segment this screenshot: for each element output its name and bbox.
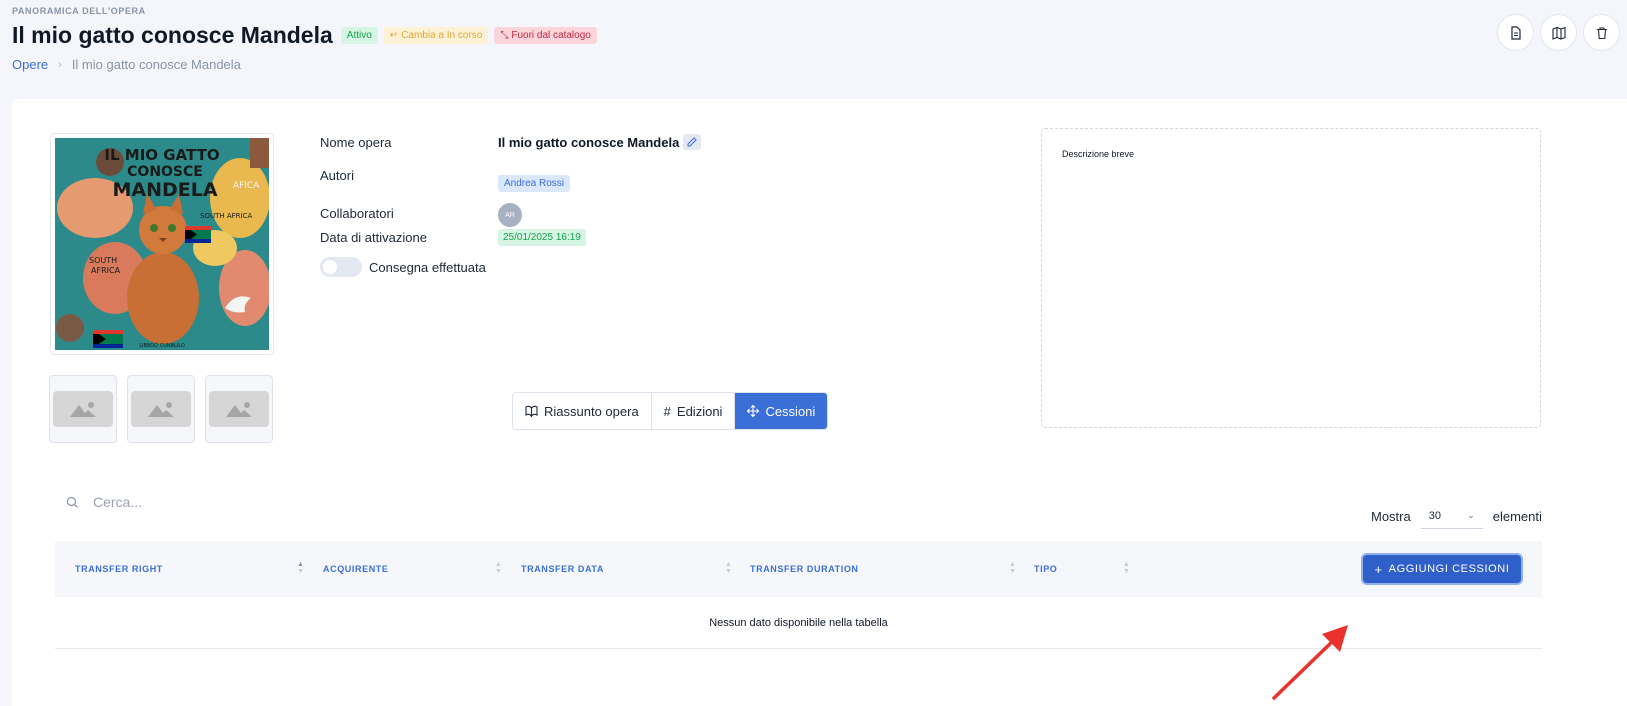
map-icon bbox=[1551, 26, 1566, 40]
delivery-row: Consegna effettuata bbox=[320, 257, 486, 277]
sort-icon[interactable]: ▲ ▼ bbox=[1009, 561, 1016, 575]
collaborators-label: Collaboratori bbox=[320, 205, 394, 221]
short-description-label: Descrizione breve bbox=[1062, 149, 1135, 159]
map-button[interactable] bbox=[1540, 14, 1577, 51]
delivery-label: Consegna effettuata bbox=[369, 259, 486, 275]
chevron-down-icon: ⌄ bbox=[1467, 510, 1475, 520]
plus-icon: + bbox=[1374, 561, 1383, 577]
column-type[interactable]: TIPO bbox=[1034, 541, 1057, 597]
cover-title-line-2: CONOSCE bbox=[127, 164, 203, 180]
edit-name-button[interactable] bbox=[683, 134, 702, 150]
page-header: PANORAMICA DELL'OPERA Il mio gatto conos… bbox=[12, 6, 1620, 72]
collaborators-row: Collaboratori AR bbox=[320, 199, 522, 227]
book-icon bbox=[525, 405, 538, 417]
table-search[interactable]: Cerca... bbox=[66, 494, 142, 510]
status-badge-active: Attivo bbox=[340, 27, 378, 44]
sort-icon[interactable]: ▲ ▼ bbox=[1123, 561, 1130, 575]
activation-row: Data di attivazione 25/01/2025 16:19 bbox=[320, 229, 586, 246]
table-header: TRANSFER RIGHT ▲ ▼ ACQUIRENTE ▲ ▼ TRANSFER… bbox=[55, 541, 1542, 597]
thumbnail-slot-3[interactable] bbox=[205, 375, 273, 443]
column-transfer-date[interactable]: TRANSFER DATA bbox=[521, 541, 604, 597]
work-name-label: Nome opera bbox=[320, 134, 392, 150]
thumbnail-slot-2[interactable] bbox=[127, 375, 195, 443]
change-status-button[interactable]: ↵ Cambia a In corso bbox=[383, 27, 489, 44]
breadcrumb-link-works[interactable]: Opere bbox=[12, 57, 48, 72]
top-actions bbox=[1497, 14, 1620, 51]
avatar[interactable]: AR bbox=[498, 203, 522, 227]
short-description-box[interactable]: Descrizione breve bbox=[1041, 128, 1541, 428]
sort-icon[interactable]: ▲ ▼ bbox=[297, 561, 304, 575]
page-size-control: Mostra 30 ⌄ elementi bbox=[1371, 503, 1542, 529]
image-placeholder-icon bbox=[70, 402, 96, 417]
thumbnail-slot-1[interactable] bbox=[49, 375, 117, 443]
cover-footer: LIBBOO CUNBLILO bbox=[139, 343, 185, 349]
cover-image[interactable]: IL MIO GATTO CONOSCE MANDELA SOUTH AFRIC… bbox=[50, 133, 274, 355]
activation-label: Data di attivazione bbox=[320, 230, 427, 245]
breadcrumb: Opere › Il mio gatto conosce Mandela bbox=[12, 57, 1612, 72]
cover-label-south: SOUTH bbox=[89, 256, 117, 265]
out-of-catalog-button[interactable]: ⤡ Fuori dal catalogo bbox=[494, 27, 597, 44]
delete-button[interactable] bbox=[1583, 14, 1620, 51]
work-name-value: Il mio gatto conosce Mandela bbox=[498, 134, 680, 150]
sort-icon[interactable]: ▲ ▼ bbox=[495, 561, 502, 575]
cover-title-line-1: IL MIO GATTO bbox=[104, 146, 219, 164]
trash-icon bbox=[1596, 26, 1607, 39]
cover-label-south-africa: SOUTH AFRICA bbox=[200, 212, 252, 220]
authors-row: Autori Andrea Rossi bbox=[320, 159, 571, 192]
section-tabs: Riassunto opera # Edizioni Cessioni bbox=[512, 392, 829, 430]
cover-title-line-3: MANDELA bbox=[112, 179, 217, 201]
work-name-row: Nome opera Il mio gatto conosce Mandela bbox=[320, 134, 702, 150]
tab-summary[interactable]: Riassunto opera bbox=[513, 393, 652, 429]
add-cessions-button[interactable]: + AGGIUNGI CESSIONI bbox=[1363, 555, 1521, 583]
search-icon bbox=[66, 496, 78, 508]
search-input[interactable]: Cerca... bbox=[93, 494, 142, 510]
author-chip[interactable]: Andrea Rossi bbox=[498, 175, 571, 192]
image-placeholder-icon bbox=[226, 402, 252, 417]
move-icon bbox=[747, 405, 760, 417]
authors-label: Autori bbox=[320, 168, 354, 183]
collapse-icon: ⤡ bbox=[500, 30, 509, 41]
show-label: Mostra bbox=[1371, 508, 1411, 524]
delivery-toggle[interactable] bbox=[320, 257, 362, 277]
document-button[interactable] bbox=[1497, 14, 1534, 51]
column-transfer-right[interactable]: TRANSFER RIGHT bbox=[75, 541, 163, 597]
cover-illustration: IL MIO GATTO CONOSCE MANDELA SOUTH AFRIC… bbox=[55, 138, 269, 350]
breadcrumb-current: Il mio gatto conosce Mandela bbox=[71, 57, 241, 72]
cover-label-africa: AFRICA bbox=[91, 266, 121, 275]
column-transfer-duration[interactable]: TRANSFER DURATION bbox=[750, 541, 859, 597]
tab-editions[interactable]: # Edizioni bbox=[651, 393, 736, 429]
image-placeholder-icon bbox=[148, 402, 174, 417]
activation-date-badge: 25/01/2025 16:19 bbox=[498, 229, 586, 246]
page-size-select[interactable]: 30 ⌄ bbox=[1420, 503, 1483, 529]
document-icon bbox=[1510, 25, 1521, 40]
tab-cessions[interactable]: Cessioni bbox=[735, 393, 828, 429]
column-buyer[interactable]: ACQUIRENTE bbox=[323, 541, 389, 597]
cover-label-afica: AFICA bbox=[233, 181, 260, 191]
chevron-right-icon: › bbox=[58, 58, 62, 71]
page-overline: PANORAMICA DELL'OPERA bbox=[12, 6, 146, 16]
return-icon: ↵ bbox=[389, 30, 399, 41]
elements-label: elementi bbox=[1492, 508, 1542, 524]
work-card: IL MIO GATTO CONOSCE MANDELA SOUTH AFRIC… bbox=[12, 99, 1627, 706]
sort-icon[interactable]: ▲ ▼ bbox=[725, 561, 732, 575]
hash-icon: # bbox=[663, 403, 671, 419]
page-title: Il mio gatto conosce Mandela bbox=[12, 22, 333, 48]
edit-icon bbox=[687, 137, 698, 147]
annotation-arrow-icon bbox=[1272, 625, 1348, 700]
